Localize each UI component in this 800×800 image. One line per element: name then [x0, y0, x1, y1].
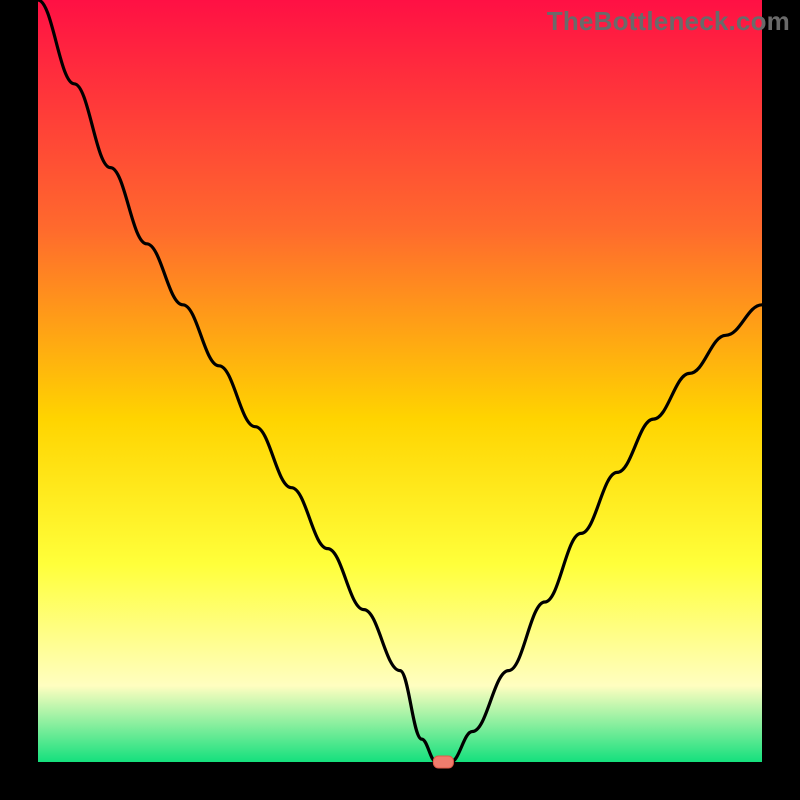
min-marker — [433, 756, 453, 768]
bottleneck-chart — [0, 0, 800, 800]
chart-container: TheBottleneck.com — [0, 0, 800, 800]
plot-background — [38, 0, 762, 762]
watermark-label: TheBottleneck.com — [547, 6, 790, 37]
